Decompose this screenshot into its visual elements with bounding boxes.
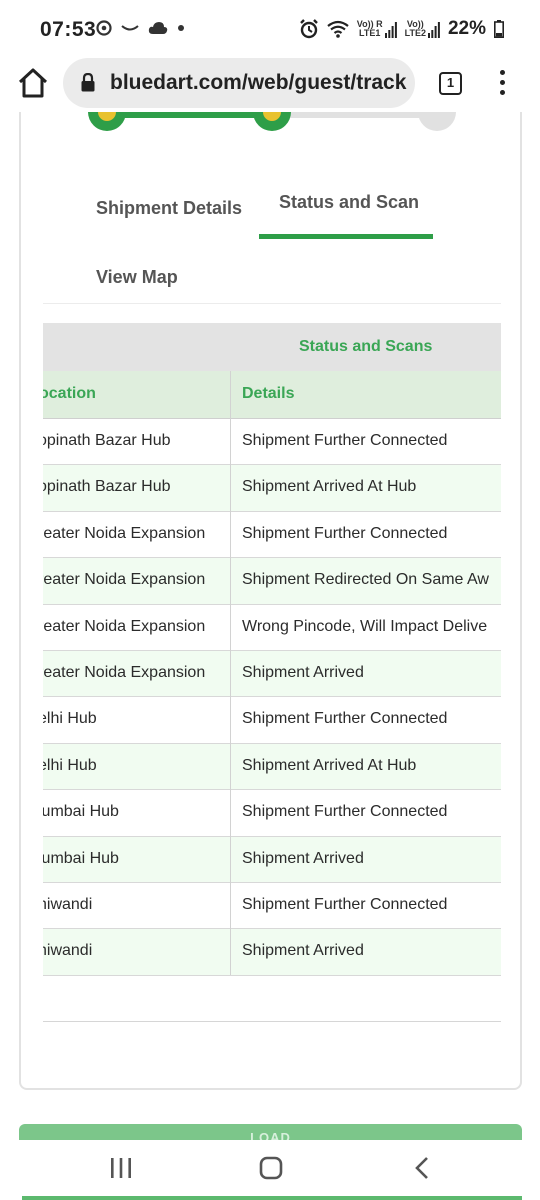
details-cell: Shipment Further Connected	[242, 803, 448, 821]
table-title-row: Status and Scans	[43, 323, 501, 371]
divider	[43, 303, 501, 304]
details-cell: Shipment Arrived At Hub	[242, 756, 417, 774]
address-bar[interactable]: bluedart.com/web/guest/track	[63, 58, 415, 108]
location-cell: opinath Bazar Hub	[43, 478, 171, 496]
details-cell: Wrong Pincode, Will Impact Delive	[242, 617, 488, 635]
location-cell: elhi Hub	[43, 710, 97, 728]
location-cell: opinath Bazar Hub	[43, 432, 171, 449]
table-row: lumbai Hub Shipment Further Connected	[43, 790, 501, 837]
details-cell: Shipment Further Connected	[242, 432, 448, 449]
table-row: elhi Hub Shipment Further Connected	[43, 697, 501, 744]
location-cell: reater Noida Expansion	[43, 663, 206, 681]
back-icon[interactable]	[414, 1156, 430, 1180]
system-icons: Vo)) R LTE1 Vo)) LTE2 22%	[299, 18, 504, 40]
table-row: opinath Bazar Hub Shipment Further Connec…	[43, 419, 501, 466]
table-row: reater Noida Expansion Shipment Further C…	[43, 512, 501, 559]
location-cell: elhi Hub	[43, 756, 97, 774]
system-nav-bar	[0, 1140, 540, 1200]
details-cell: Shipment Redirected On Same Aw	[242, 571, 489, 589]
table-row: hiwandi Shipment Arrived	[43, 929, 501, 976]
battery-percent: 22%	[447, 18, 486, 39]
alarm-icon	[299, 19, 318, 39]
sim2-network-label: LTE2	[404, 28, 426, 38]
notification-icons	[96, 20, 185, 36]
location-cell: reater Noida Expansion	[43, 617, 206, 635]
progress-step-3	[418, 112, 456, 131]
signal-bars-icon	[427, 22, 440, 38]
details-cell: Shipment Arrived	[242, 942, 364, 960]
tab-switcher-button[interactable]: 1	[439, 72, 462, 95]
lock-icon	[81, 73, 95, 92]
divider	[43, 1021, 501, 1022]
progress-line-complete	[107, 112, 273, 118]
progress-line-pending	[287, 112, 433, 118]
scans-table[interactable]: Status and Scans ocation Details opinath…	[43, 323, 501, 976]
table-body: opinath Bazar Hub Shipment Further Connec…	[43, 419, 501, 976]
column-divider	[230, 371, 231, 975]
table-row: reater Noida Expansion Wrong Pincode, Wil…	[43, 605, 501, 651]
column-header-location: ocation	[43, 385, 96, 402]
sim2-indicator: Vo)) LTE2	[405, 20, 440, 38]
column-header-details: Details	[242, 385, 295, 402]
status-bar: 07:53 Vo)) R LTE1 Vo)) LTE2 22%	[0, 0, 540, 56]
signal-bars-icon	[384, 22, 397, 38]
location-cell: lumbai Hub	[43, 803, 119, 821]
table-row: reater Noida Expansion Shipment Arrived	[43, 650, 501, 698]
location-cell: reater Noida Expansion	[43, 571, 206, 589]
bottom-strip	[22, 1196, 522, 1200]
cloud-icon	[148, 22, 168, 34]
target-app-icon	[96, 20, 112, 36]
details-cell: Shipment Arrived	[242, 849, 364, 867]
table-title: Status and Scans	[299, 338, 433, 355]
table-row: opinath Bazar Hub Shipment Arrived At Hub	[43, 465, 501, 512]
table-row: lumbai Hub Shipment Arrived	[43, 836, 501, 883]
details-cell: Shipment Further Connected	[242, 710, 448, 728]
progress-step-2	[253, 112, 291, 131]
tab-view-map[interactable]: View Map	[96, 267, 178, 288]
recent-apps-icon[interactable]	[110, 1156, 132, 1180]
progress-step-1	[88, 112, 126, 131]
table-row: elhi Hub Shipment Arrived At Hub	[43, 743, 501, 791]
dot-icon	[178, 25, 184, 31]
location-cell: reater Noida Expansion	[43, 524, 206, 542]
overflow-menu-icon[interactable]	[494, 70, 510, 100]
status-time: 07:53	[40, 18, 97, 41]
details-cell: Shipment Arrived At Hub	[242, 478, 417, 496]
home-icon[interactable]	[16, 66, 50, 100]
details-cell: Shipment Further Connected	[242, 524, 448, 542]
url-text: bluedart.com/web/guest/track	[110, 71, 407, 94]
sim1-network-label: LTE1	[359, 28, 381, 38]
home-nav-icon[interactable]	[259, 1156, 283, 1180]
browser-toolbar: bluedart.com/web/guest/track 1	[0, 56, 540, 112]
amazon-smile-icon	[121, 25, 139, 31]
sim1-indicator: Vo)) R LTE1	[357, 20, 397, 38]
active-tab-indicator	[259, 234, 433, 239]
location-cell: hiwandi	[43, 942, 93, 960]
location-cell: lumbai Hub	[43, 849, 119, 867]
table-row: hiwandi Shipment Further Connected	[43, 883, 501, 930]
table-row: reater Noida Expansion Shipment Redirecte…	[43, 558, 501, 605]
location-cell: hiwandi	[43, 895, 93, 913]
wifi-icon	[327, 20, 349, 38]
details-cell: Shipment Arrived	[242, 663, 364, 681]
battery-icon	[494, 20, 504, 38]
tab-status-and-scan[interactable]: Status and Scan	[279, 192, 419, 213]
table-header-row: ocation Details	[43, 371, 501, 419]
details-cell: Shipment Further Connected	[242, 895, 448, 913]
tracking-card: Shipment Details Status and Scan View Ma…	[19, 112, 522, 1090]
tab-shipment-details[interactable]: Shipment Details	[96, 198, 242, 219]
